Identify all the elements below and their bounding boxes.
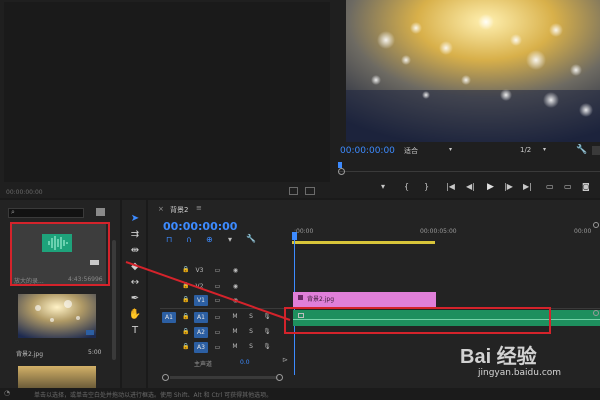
status-icon: ◔ (4, 389, 11, 397)
baidu-watermark-url: jingyan.baidu.com (478, 368, 562, 378)
status-text: 单击以选择，或单击空白处并拖动以进行框选。使用 Shift、Alt 和 Ctrl… (34, 392, 273, 399)
status-bar: ◔ 单击以选择，或单击空白处并拖动以进行框选。使用 Shift、Alt 和 Ct… (0, 388, 600, 400)
baidu-watermark-logo: Bai 经验 (460, 346, 537, 368)
